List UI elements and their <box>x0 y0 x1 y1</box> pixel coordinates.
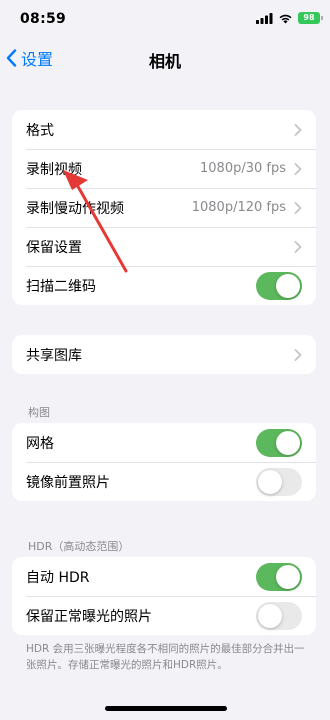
row-keep-normal-photo: 保留正常曝光的照片 <box>12 596 316 635</box>
row-label: 保留设置 <box>26 239 82 256</box>
settings-group-composition: 网格 镜像前置照片 <box>12 423 316 501</box>
keep-normal-photo-toggle[interactable] <box>256 601 302 630</box>
status-icons: 98 <box>256 12 323 24</box>
status-time: 08:59 <box>20 11 67 27</box>
nav-bar: 设置 相机 <box>0 42 330 76</box>
toggle-knob <box>258 469 282 494</box>
row-shared-library[interactable]: 共享图库 <box>12 335 316 374</box>
settings-group-shared-library: 共享图库 <box>12 335 316 374</box>
row-label: 录制视频 <box>26 161 82 178</box>
row-preserve-settings[interactable]: 保留设置 <box>12 227 316 266</box>
settings-group-hdr: 自动 HDR 保留正常曝光的照片 <box>12 557 316 635</box>
row-label: 自动 HDR <box>26 569 90 586</box>
battery-icon: 98 <box>298 12 323 24</box>
home-indicator[interactable] <box>105 706 227 711</box>
toggle-knob <box>276 273 300 298</box>
section-header-composition: 构图 <box>28 406 50 419</box>
cellular-signal-icon <box>256 12 273 24</box>
chevron-right-icon <box>294 201 302 214</box>
toggle-knob <box>276 430 300 455</box>
section-header-hdr: HDR（高动态范围） <box>28 540 130 553</box>
toggle-knob <box>276 564 300 589</box>
chevron-right-icon <box>294 162 302 175</box>
toggle-knob <box>258 603 282 628</box>
row-format[interactable]: 格式 <box>12 110 316 149</box>
settings-group-main: 格式 录制视频 1080p/30 fps 录制慢动作视频 1080p/120 f… <box>12 110 316 305</box>
wifi-icon <box>279 14 292 23</box>
row-record-video[interactable]: 录制视频 1080p/30 fps <box>12 149 316 188</box>
row-label: 共享图库 <box>26 347 82 364</box>
scan-qr-toggle[interactable] <box>256 271 302 300</box>
row-record-slomo[interactable]: 录制慢动作视频 1080p/120 fps <box>12 188 316 227</box>
chevron-right-icon <box>294 240 302 253</box>
row-label: 网格 <box>26 435 54 452</box>
hdr-footer-note: HDR 会用三张曝光程度各不相同的照片的最佳部分合并出一张照片。存储正常曝光的照… <box>26 643 305 671</box>
row-label: 格式 <box>26 122 54 139</box>
grid-toggle[interactable] <box>256 428 302 457</box>
status-bar: 08:59 98 <box>0 0 330 40</box>
chevron-right-icon <box>294 348 302 361</box>
page-title: 相机 <box>148 52 181 71</box>
row-label: 扫描二维码 <box>26 278 96 295</box>
row-grid: 网格 <box>12 423 316 462</box>
row-scan-qr: 扫描二维码 <box>12 266 316 305</box>
row-mirror-front: 镜像前置照片 <box>12 462 316 501</box>
row-label: 保留正常曝光的照片 <box>26 608 152 625</box>
row-value: 1080p/30 fps <box>200 161 286 176</box>
mirror-front-toggle[interactable] <box>256 467 302 496</box>
auto-hdr-toggle[interactable] <box>256 562 302 591</box>
chevron-right-icon <box>294 123 302 136</box>
row-label: 录制慢动作视频 <box>26 200 124 217</box>
row-label: 镜像前置照片 <box>26 474 110 491</box>
row-auto-hdr: 自动 HDR <box>12 557 316 596</box>
row-value: 1080p/120 fps <box>191 200 286 215</box>
